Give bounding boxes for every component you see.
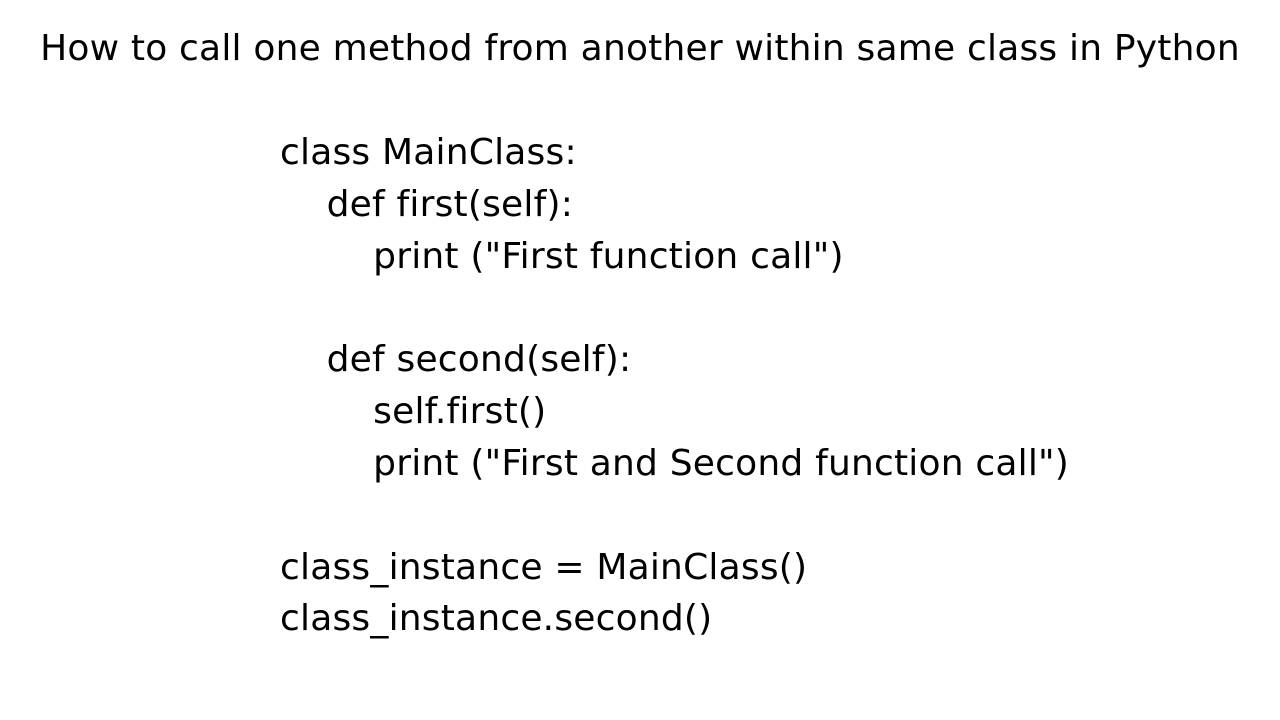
- page-title: How to call one method from another with…: [0, 28, 1280, 69]
- code-example: class MainClass: def first(self): print …: [0, 127, 1280, 645]
- document-page: How to call one method from another with…: [0, 0, 1280, 720]
